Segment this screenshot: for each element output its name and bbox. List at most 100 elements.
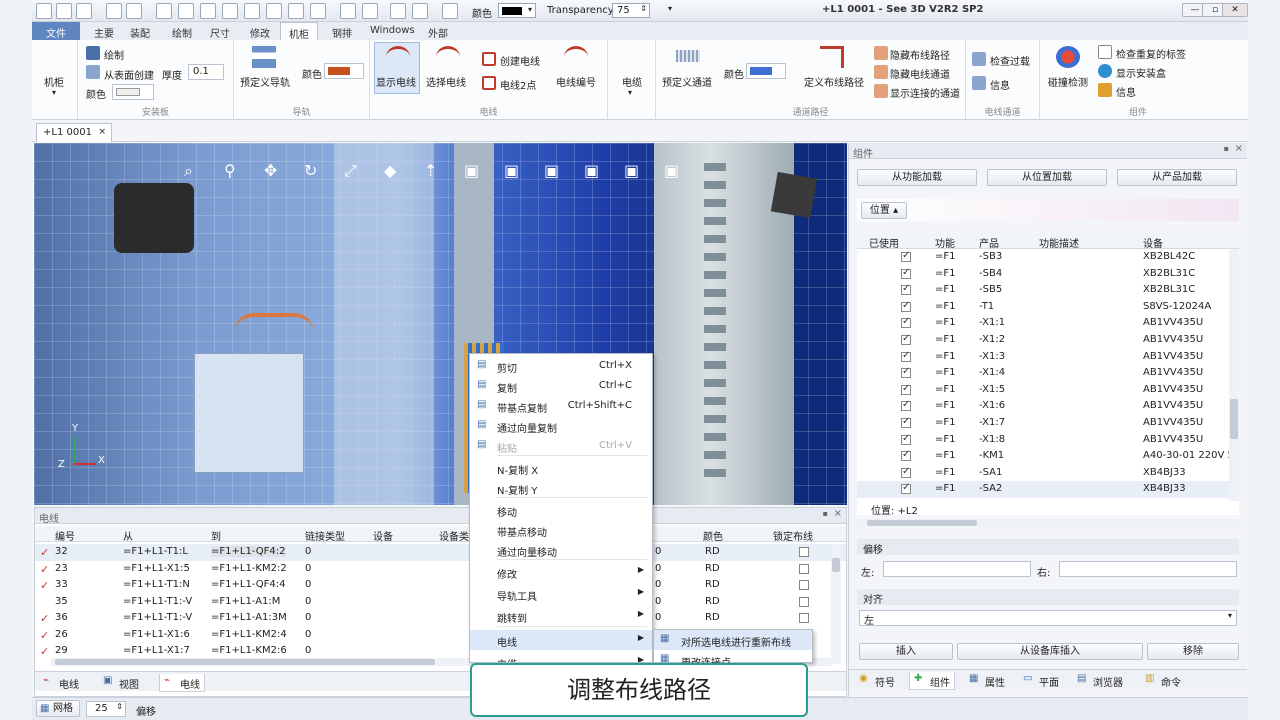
menu-item[interactable]: ▤ 通过向量复制 bbox=[470, 416, 652, 436]
undo-icon[interactable] bbox=[106, 3, 122, 19]
tab-file[interactable]: 文件 bbox=[32, 22, 80, 40]
new-icon[interactable] bbox=[36, 3, 52, 19]
col-color[interactable]: 颜色 bbox=[703, 528, 723, 543]
component-info-button[interactable]: 信息 bbox=[1116, 84, 1136, 99]
collision-check-button[interactable]: 碰撞检测 bbox=[1048, 74, 1088, 89]
menu-item[interactable]: ▤ 粘贴 Ctrl+V bbox=[470, 436, 652, 456]
hide-path-button[interactable]: 隐藏布线路径 bbox=[890, 47, 950, 62]
scissors-icon[interactable] bbox=[222, 3, 238, 19]
used-checkbox[interactable] bbox=[901, 283, 911, 296]
select-wire-button[interactable]: 选择电线 bbox=[426, 74, 466, 89]
zoom-window-icon[interactable]: ⌕ bbox=[184, 161, 193, 181]
pen-icon[interactable] bbox=[178, 3, 194, 19]
show-box-button[interactable]: 显示安装盒 bbox=[1116, 65, 1166, 80]
table-row[interactable]: =F1-X1:6AB1VV435U bbox=[857, 398, 1229, 415]
table-row[interactable]: =F1-SB3XB2BL42C bbox=[857, 249, 1229, 266]
tab-main[interactable]: 主要 bbox=[86, 22, 122, 40]
used-checkbox[interactable] bbox=[901, 316, 911, 329]
menu-item[interactable]: ▤ 带基点复制 Ctrl+Shift+C bbox=[470, 396, 652, 416]
align-select[interactable]: 左 ▾ bbox=[859, 610, 1237, 627]
table-row[interactable]: =F1-X1:5AB1VV435U bbox=[857, 382, 1229, 399]
tab-windows[interactable]: Windows bbox=[362, 22, 423, 40]
grid-toggle[interactable]: ▦ 网格 bbox=[36, 700, 80, 717]
tab-browser[interactable]: ▤ 浏览器 bbox=[1073, 672, 1127, 690]
rotate-icon[interactable]: ↻ bbox=[304, 161, 317, 180]
wire-2pt-button[interactable]: 电线2点 bbox=[500, 77, 536, 92]
lock-checkbox[interactable] bbox=[799, 613, 809, 623]
menu-item[interactable]: 移动 bbox=[470, 500, 652, 520]
used-checkbox[interactable] bbox=[901, 383, 911, 395]
wire-duct-info-button[interactable]: 信息 bbox=[990, 77, 1010, 92]
tab-external[interactable]: 外部 bbox=[420, 22, 456, 40]
menu-item-change-connection[interactable]: ▦ 更改连接点 bbox=[654, 650, 812, 664]
offset-status[interactable]: 偏移 bbox=[136, 703, 156, 718]
col-device[interactable]: 设备 bbox=[1143, 235, 1163, 250]
measure-icon[interactable] bbox=[310, 3, 326, 19]
insert-from-library-button[interactable]: 从设备库插入 bbox=[957, 643, 1143, 660]
menu-item[interactable]: ▤ 剪切 Ctrl+X bbox=[470, 356, 652, 376]
table-row[interactable]: ✓ 23 =F1+L1-X1:5 =F1+L1-KM2:2 0 0 RD bbox=[35, 561, 846, 578]
open-icon[interactable] bbox=[56, 3, 72, 19]
used-checkbox[interactable] bbox=[901, 466, 911, 478]
create-from-surface-button[interactable]: 从表面创建 bbox=[104, 67, 154, 82]
thickness-input[interactable]: 0.1 bbox=[188, 64, 224, 80]
close-button[interactable]: ✕ bbox=[1222, 3, 1248, 17]
line-icon[interactable] bbox=[390, 3, 406, 19]
table-row[interactable]: =F1-X1:7AB1VV435U bbox=[857, 415, 1229, 432]
cube-view-icon[interactable]: ▣ bbox=[464, 161, 479, 180]
table-row[interactable]: =F1-X1:4AB1VV435U bbox=[857, 365, 1229, 382]
tab-busbar[interactable]: 钢排 bbox=[324, 22, 360, 40]
viewport-3d[interactable]: ⌕ ⚲ ✥ ↻ ⤢ ◆ ⇡ ▣ ▣ ▣ ▣ ▣ ▣ Y Z X bbox=[34, 143, 847, 505]
define-path-button[interactable]: 定义布线路径 bbox=[804, 74, 864, 89]
fit-icon[interactable]: ⤢ bbox=[344, 161, 357, 181]
used-checkbox[interactable] bbox=[901, 250, 911, 262]
insert-button[interactable]: 插入 bbox=[859, 643, 953, 660]
layer-icon[interactable] bbox=[340, 3, 356, 19]
tab-symbol[interactable]: ◉ 符号 bbox=[855, 672, 899, 690]
group-row[interactable]: 位置: +L2 bbox=[857, 501, 1239, 517]
table-row[interactable]: =F1-SA1XB4BJ33 bbox=[857, 465, 1229, 482]
table-row[interactable]: =F1-X1:8AB1VV435U bbox=[857, 432, 1229, 449]
load-from-function-button[interactable]: 从功能加载 bbox=[857, 169, 977, 186]
tab-plane[interactable]: ▭ 平面 bbox=[1019, 672, 1063, 690]
redo-icon[interactable] bbox=[126, 3, 142, 19]
rail-color-select[interactable] bbox=[324, 63, 364, 79]
used-checkbox[interactable] bbox=[901, 399, 911, 412]
col-used[interactable]: 已使用 bbox=[869, 235, 899, 250]
tab-cabinet[interactable]: 机柜 bbox=[280, 22, 318, 41]
hide-duct-button[interactable]: 隐藏电线通道 bbox=[890, 66, 950, 81]
used-checkbox[interactable] bbox=[901, 333, 911, 345]
table-row[interactable]: =F1-T1S8VS-12024A bbox=[857, 299, 1229, 316]
horizontal-scrollbar[interactable] bbox=[857, 519, 1239, 527]
customize-qat-icon[interactable]: ▾ bbox=[668, 4, 672, 13]
predefine-duct-button[interactable]: 预定义通道 bbox=[662, 74, 712, 89]
table-row[interactable]: =F1-X1:2AB1VV435U bbox=[857, 332, 1229, 349]
tab-modify[interactable]: 修改 bbox=[242, 22, 278, 40]
doc-tab[interactable]: +L1 0001 × bbox=[36, 123, 112, 142]
plate-color-select[interactable] bbox=[112, 84, 154, 100]
col-to[interactable]: 到 bbox=[211, 528, 221, 543]
used-checkbox[interactable] bbox=[901, 267, 911, 279]
vertical-scrollbar[interactable] bbox=[831, 544, 841, 664]
color-select[interactable]: ▾ bbox=[498, 3, 536, 18]
table-row[interactable]: ✓ 32 =F1+L1-T1:L =F1+L1-QF4:2 0 0 RD bbox=[35, 544, 846, 561]
right-offset-input[interactable] bbox=[1059, 561, 1237, 577]
cube-view-icon[interactable]: ▣ bbox=[624, 161, 639, 180]
axis-view-icon[interactable]: ⇡ bbox=[424, 161, 437, 180]
location-group-chip[interactable]: 位置 ▴ bbox=[861, 202, 907, 219]
tab-draw[interactable]: 绘制 bbox=[164, 22, 200, 40]
tab-command[interactable]: ▥ 命令 bbox=[1141, 672, 1185, 690]
table-row[interactable]: =F1-X1:1AB1VV435U bbox=[857, 315, 1229, 332]
dimension-icon[interactable] bbox=[288, 3, 304, 19]
show-connected-button[interactable]: 显示连接的通道 bbox=[890, 85, 960, 100]
point-icon[interactable] bbox=[266, 3, 282, 19]
used-checkbox[interactable] bbox=[901, 350, 911, 362]
transparency-input[interactable]: 75 ⇕ bbox=[612, 3, 650, 18]
col-function[interactable]: 功能 bbox=[935, 235, 955, 250]
create-wire-button[interactable]: 创建电线 bbox=[500, 53, 540, 68]
tab-wire-active[interactable]: ⌁ 电线 bbox=[159, 674, 205, 692]
cabinet-button[interactable]: 机柜 bbox=[44, 74, 64, 89]
table-row[interactable]: 35 =F1+L1-T1:-V =F1+L1-A1:M 0 0 RD bbox=[35, 594, 846, 611]
col-from[interactable]: 从 bbox=[123, 528, 133, 543]
lock-checkbox[interactable] bbox=[799, 596, 809, 607]
